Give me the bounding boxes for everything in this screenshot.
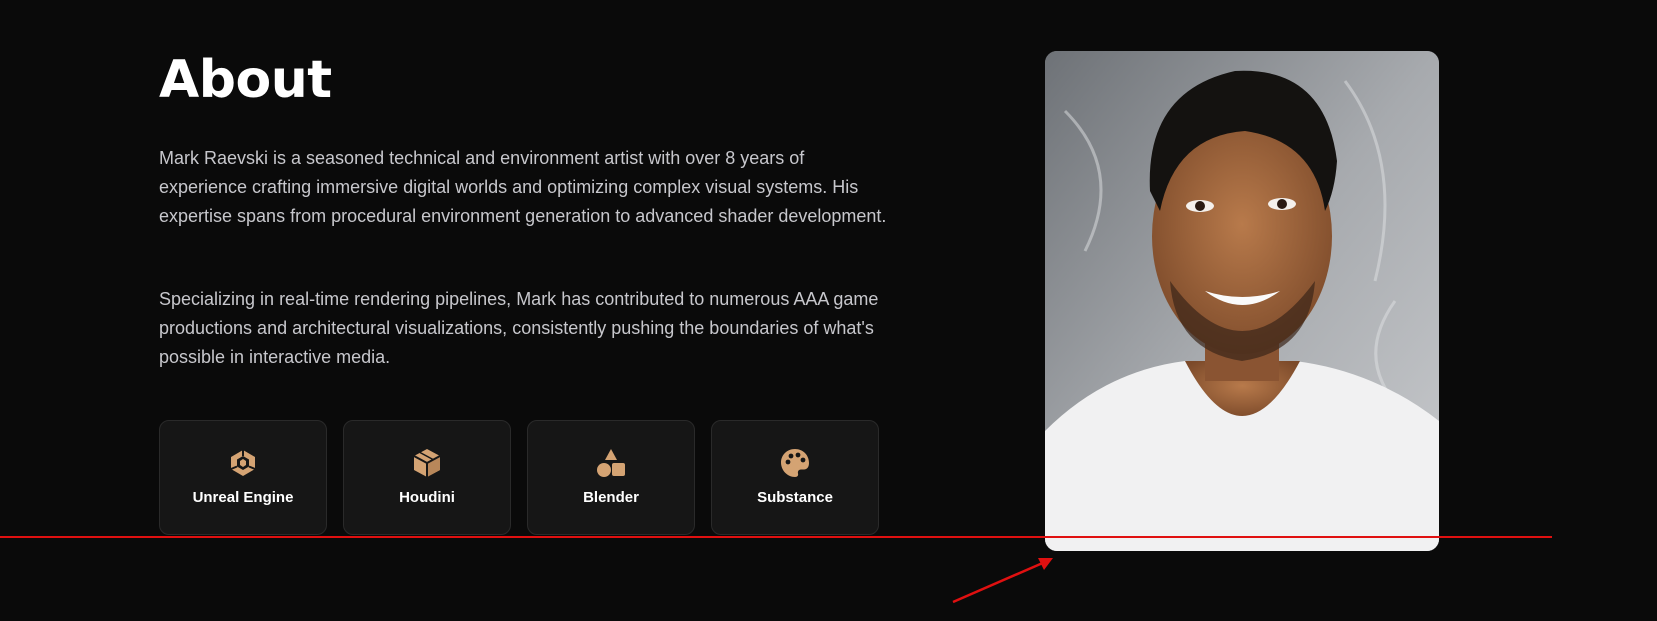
skill-label: Houdini — [399, 489, 455, 506]
shapes-icon — [595, 447, 627, 479]
annotation-line — [0, 536, 1552, 538]
skill-card-blender[interactable]: Blender — [527, 420, 695, 535]
about-section: About Mark Raevski is a seasoned technic… — [0, 0, 1657, 621]
cube-icon — [411, 447, 443, 479]
about-paragraph-2: Specializing in real-time rendering pipe… — [159, 289, 879, 367]
annotation-arrow — [952, 558, 1053, 604]
skill-label: Blender — [583, 489, 639, 506]
skill-label: Unreal Engine — [192, 489, 294, 506]
skill-card-unreal-engine[interactable]: Unreal Engine — [159, 420, 327, 535]
skill-card-substance[interactable]: Substance — [711, 420, 879, 535]
about-paragraph-1: Mark Raevski is a seasoned technical and… — [159, 148, 887, 226]
skills-list: Unreal Engine Houdini Blender Substance — [159, 420, 879, 535]
palette-icon — [779, 447, 811, 479]
profile-photo — [1045, 51, 1439, 551]
skill-card-houdini[interactable]: Houdini — [343, 420, 511, 535]
unreal-engine-icon — [227, 447, 259, 479]
page-title: About — [159, 50, 332, 110]
skill-label: Substance — [757, 489, 833, 506]
